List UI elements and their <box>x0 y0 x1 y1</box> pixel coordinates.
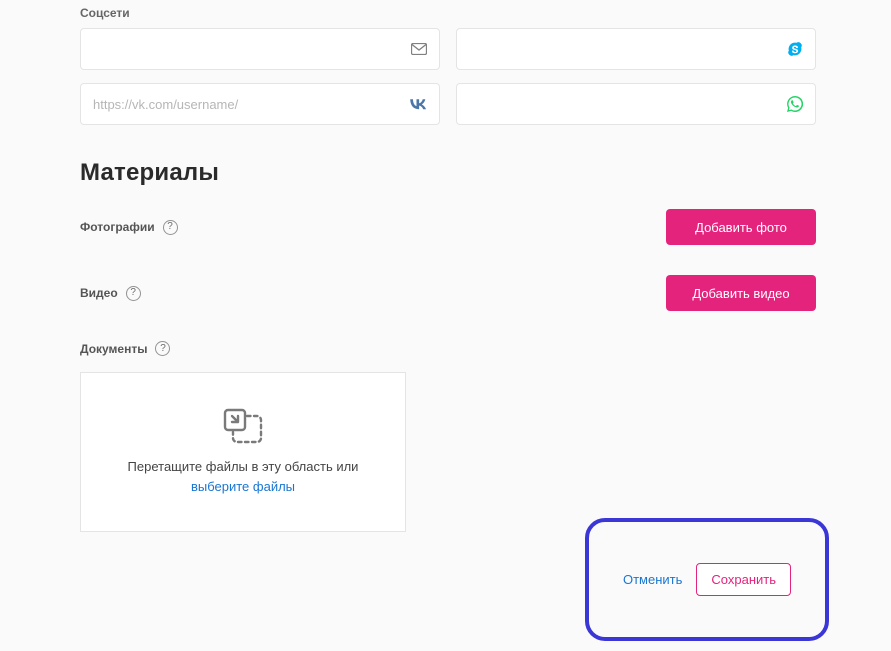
help-icon[interactable]: ? <box>163 220 178 235</box>
photos-label: Фотографии <box>80 220 155 234</box>
email-icon <box>411 43 427 55</box>
dropzone-select-link[interactable]: выберите файлы <box>191 479 295 494</box>
vk-icon <box>409 99 427 110</box>
videos-row: Видео ? Добавить видео <box>80 275 816 311</box>
add-photo-button[interactable]: Добавить фото <box>666 209 816 245</box>
add-video-button[interactable]: Добавить видео <box>666 275 816 311</box>
email-input[interactable] <box>81 29 393 69</box>
save-button[interactable]: Сохранить <box>696 563 791 596</box>
documents-dropzone[interactable]: Перетащите файлы в эту область или выбер… <box>80 372 406 532</box>
whatsapp-input[interactable] <box>457 84 769 124</box>
dropzone-upload-icon <box>223 408 263 444</box>
cancel-button[interactable]: Отменить <box>623 572 682 587</box>
vk-input[interactable] <box>81 84 393 124</box>
photos-row: Фотографии ? Добавить фото <box>80 209 816 245</box>
social-label: Соцсети <box>80 6 891 20</box>
vk-field-wrapper <box>80 83 440 125</box>
skype-input[interactable] <box>457 29 769 69</box>
action-buttons-highlight: Отменить Сохранить <box>585 518 829 641</box>
documents-label: Документы <box>80 342 147 356</box>
materials-heading: Материалы <box>80 159 891 187</box>
whatsapp-icon <box>787 96 803 112</box>
help-icon[interactable]: ? <box>126 286 141 301</box>
email-field-wrapper <box>80 28 440 70</box>
skype-icon <box>787 41 803 57</box>
videos-label: Видео <box>80 286 118 300</box>
dropzone-text: Перетащите файлы в эту область или выбер… <box>128 457 359 496</box>
skype-field-wrapper <box>456 28 816 70</box>
help-icon[interactable]: ? <box>155 341 170 356</box>
whatsapp-field-wrapper <box>456 83 816 125</box>
